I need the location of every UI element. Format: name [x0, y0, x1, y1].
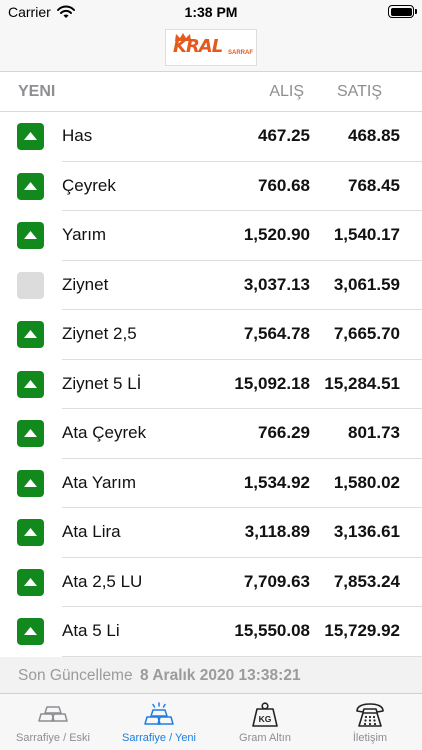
- sell-price: 15,729.92: [324, 621, 400, 640]
- svg-text:KG: KG: [259, 714, 272, 724]
- trend-up-icon: [17, 519, 44, 546]
- price-row[interactable]: Ata 5 Li 15,550.08 15,729.92: [0, 607, 422, 657]
- sell-price: 1,540.17: [333, 225, 400, 244]
- buy-price: 3,118.89: [244, 522, 310, 541]
- battery-icon: [388, 5, 417, 18]
- item-name: Ziynet 5 Lİ: [62, 373, 142, 393]
- trend-up-icon: [17, 568, 44, 596]
- price-row[interactable]: Ata 2,5 LU 7,709.63 7,853.24: [0, 558, 422, 608]
- price-row[interactable]: Ziynet 2,5 7,564.78 7,665.70: [0, 310, 422, 360]
- gold-bars-icon: [38, 706, 68, 722]
- sell-price: 1,580.02: [333, 472, 400, 492]
- last-update-bar: Son Güncelleme 8 Aralık 2020 13:38:21: [0, 657, 422, 693]
- price-list: Has 467.25 468.85 Çeyrek 760.68 768.45 Y…: [0, 112, 422, 657]
- buy-column-header: ALIŞ: [269, 83, 304, 100]
- trend-up-icon: [17, 469, 44, 497]
- buy-price: 15,550.08: [234, 621, 310, 640]
- table-header: YENI ALIŞ SATIŞ: [0, 72, 422, 112]
- item-name: Ziynet 2,5: [62, 324, 137, 343]
- tab-sarrafiye-eski[interactable]: Sarrafiye / Eski: [0, 694, 106, 750]
- tab-label: Sarrafiye / Yeni: [122, 732, 196, 744]
- kg-weight-icon: KG: [252, 702, 278, 727]
- sell-price: 768.45: [348, 175, 400, 195]
- buy-price: 467.25: [258, 126, 310, 145]
- tab-sarrafiye-yeni[interactable]: Sarrafiye / Yeni: [106, 694, 212, 750]
- sell-column-header: SATIŞ: [336, 83, 382, 100]
- price-row[interactable]: Has 467.25 468.85: [0, 112, 422, 162]
- logo-subtext: SARRAF: [228, 50, 253, 56]
- item-name: Ata Yarım: [62, 472, 137, 492]
- status-time: 1:38 PM: [184, 4, 238, 20]
- tab-label: Sarrafiye / Eski: [16, 732, 90, 744]
- trend-up-icon: [17, 618, 44, 645]
- tab-iletisim[interactable]: İletişim: [318, 694, 422, 750]
- table-title: YENI: [18, 83, 56, 100]
- trend-up-icon: [17, 370, 44, 398]
- sell-price: 801.73: [348, 423, 400, 442]
- item-name: Ata Çeyrek: [62, 423, 147, 442]
- tab-bar: Sarrafiye / Eski Sarrafiye / Yeni KG Gra…: [0, 693, 422, 750]
- status-bar: Carrier 1:38 PM: [0, 0, 422, 24]
- trend-up-icon: [17, 321, 44, 348]
- item-name: Yarım: [62, 225, 107, 244]
- price-row[interactable]: Çeyrek 760.68 768.45: [0, 162, 422, 212]
- buy-price: 1,520.90: [243, 225, 310, 244]
- tab-label: Gram Altın: [239, 732, 291, 744]
- item-name: Çeyrek: [62, 175, 116, 195]
- buy-price: 766.29: [258, 423, 310, 442]
- telephone-icon: [356, 703, 384, 727]
- last-update-time: 8 Aralık 2020 13:38:21: [140, 667, 301, 684]
- price-row[interactable]: Ata Lira 3,118.89 3,136.61: [0, 508, 422, 558]
- item-name: Has: [62, 126, 93, 145]
- item-name: Ziynet: [62, 274, 109, 294]
- sell-price: 3,061.59: [333, 274, 400, 294]
- item-name: Ata Lira: [62, 522, 121, 541]
- logo-text: KRAL: [173, 36, 223, 57]
- trend-up-icon: [17, 172, 44, 200]
- navigation-bar: KRAL SARRAF: [0, 24, 422, 72]
- price-row[interactable]: Ziynet 3,037.13 3,061.59: [0, 261, 422, 311]
- buy-price: 7,564.78: [243, 324, 310, 343]
- trend-up-icon: [17, 222, 44, 249]
- buy-price: 15,092.18: [234, 373, 310, 393]
- sell-price: 468.85: [348, 126, 400, 145]
- buy-price: 7,709.63: [243, 571, 310, 591]
- sell-price: 15,284.51: [324, 373, 400, 393]
- buy-price: 1,534.92: [243, 472, 310, 492]
- tab-gram-altin[interactable]: KG Gram Altın: [212, 694, 318, 750]
- buy-price: 3,037.13: [243, 274, 310, 294]
- price-row[interactable]: Ata Çeyrek 766.29 801.73: [0, 409, 422, 459]
- price-row[interactable]: Yarım 1,520.90 1,540.17: [0, 211, 422, 261]
- item-name: Ata 5 Li: [62, 621, 120, 640]
- sell-price: 3,136.61: [333, 522, 400, 541]
- buy-price: 760.68: [258, 175, 310, 195]
- sell-price: 7,853.24: [333, 571, 400, 591]
- tab-label: İletişim: [352, 732, 388, 744]
- sell-price: 7,665.70: [333, 324, 400, 343]
- trend-neutral-icon: [17, 271, 44, 299]
- last-update-label: Son Güncelleme: [18, 667, 133, 684]
- trend-up-icon: [17, 420, 44, 447]
- item-name: Ata 2,5 LU: [62, 571, 143, 591]
- price-row[interactable]: Ziynet 5 Lİ 15,092.18 15,284.51: [0, 360, 422, 410]
- price-row[interactable]: Ata Yarım 1,534.92 1,580.02: [0, 459, 422, 509]
- gold-bars-new-icon: [144, 702, 174, 725]
- brand-logo: KRAL SARRAF: [165, 29, 257, 66]
- trend-up-icon: [17, 123, 44, 150]
